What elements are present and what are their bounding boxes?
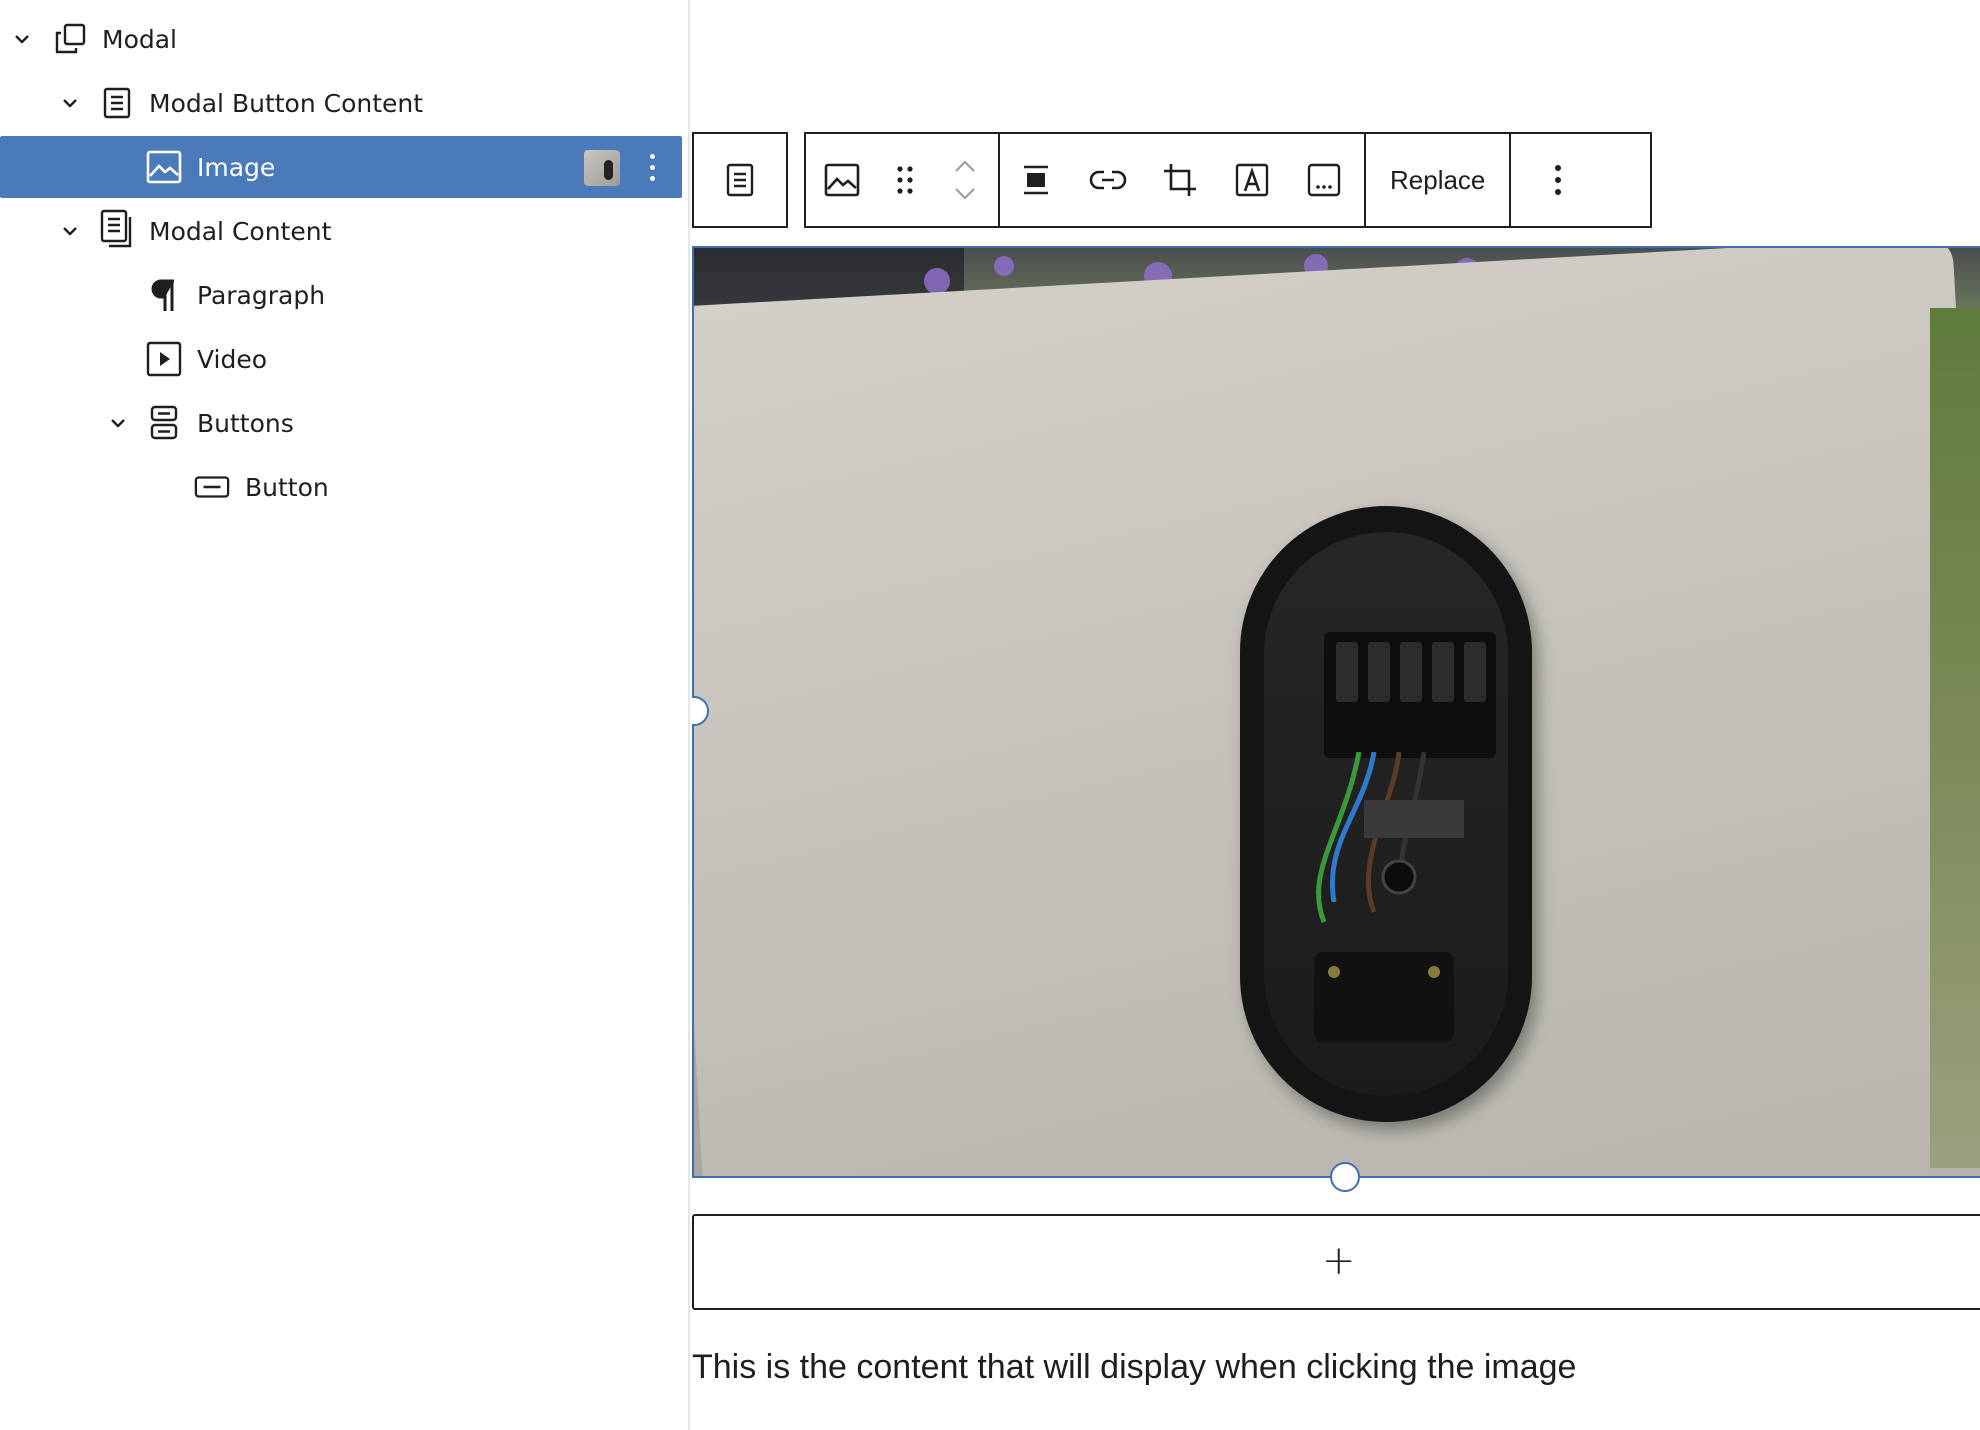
list-item-modal-button-content[interactable]: Modal Button Content (0, 72, 682, 134)
parent-block-icon[interactable] (694, 134, 786, 226)
list-item-label: Modal Button Content (149, 88, 424, 118)
photo-greenery (1930, 308, 1980, 1168)
paragraph-block[interactable]: This is the content that will display wh… (692, 1348, 1980, 1387)
list-view-panel: Modal Modal Button Content Image Modal C… (0, 0, 690, 1430)
plus-icon: + (1322, 1238, 1356, 1284)
image-thumbnail (584, 150, 620, 186)
crop-icon[interactable] (1144, 134, 1216, 226)
image-icon[interactable] (806, 134, 878, 226)
list-item-modal-content[interactable]: Modal Content (0, 200, 682, 262)
list-item-label: Modal (102, 24, 177, 54)
video-icon (146, 341, 182, 377)
list-item-paragraph[interactable]: Paragraph (0, 264, 682, 326)
editor-canvas: Replace + This is the content that will … (692, 0, 1980, 1430)
image-block[interactable] (692, 246, 1980, 1178)
add-block-button[interactable]: + (692, 1214, 1980, 1310)
list-item-label: Image (197, 152, 276, 182)
list-item-image[interactable]: Image (0, 136, 682, 198)
chevron-down-icon[interactable] (105, 410, 131, 436)
list-item-label: Button (245, 472, 329, 502)
block-toolbar-parent (692, 132, 788, 228)
more-options-icon[interactable] (646, 147, 658, 187)
move-up-icon[interactable] (953, 159, 977, 173)
chevron-down-icon[interactable] (57, 218, 83, 244)
alt-text-icon[interactable] (1288, 134, 1360, 226)
list-item-button[interactable]: Button (0, 456, 682, 518)
chevron-down-icon[interactable] (57, 90, 83, 116)
move-buttons (932, 134, 998, 226)
chevron-down-icon[interactable] (9, 26, 35, 52)
photo-flower (924, 268, 950, 294)
resize-handle-bottom[interactable] (1330, 1162, 1360, 1192)
text-over-image-icon[interactable] (1216, 134, 1288, 226)
photo-charger (1240, 506, 1532, 1122)
list-item-label: Paragraph (197, 280, 326, 310)
list-item-modal[interactable]: Modal (0, 8, 682, 70)
move-down-icon[interactable] (953, 187, 977, 201)
paragraph-icon (146, 277, 182, 313)
list-item-label: Modal Content (149, 216, 332, 246)
drag-handle-icon[interactable] (878, 134, 932, 226)
replace-button[interactable]: Replace (1366, 165, 1509, 196)
modal-icon (52, 21, 88, 57)
align-icon[interactable] (1000, 134, 1072, 226)
list-item-video[interactable]: Video (0, 328, 682, 390)
buttons-icon (146, 405, 182, 441)
block-toolbar: Replace (804, 132, 1652, 228)
photo-flower (994, 256, 1014, 276)
group-icon (99, 209, 135, 248)
list-item-label: Video (197, 344, 268, 374)
image-icon (146, 149, 182, 185)
more-options-icon[interactable] (1511, 134, 1605, 226)
button-icon (194, 469, 230, 505)
link-icon[interactable] (1072, 134, 1144, 226)
list-item-buttons[interactable]: Buttons (0, 392, 682, 454)
group-icon (99, 85, 135, 121)
list-item-label: Buttons (197, 408, 294, 438)
